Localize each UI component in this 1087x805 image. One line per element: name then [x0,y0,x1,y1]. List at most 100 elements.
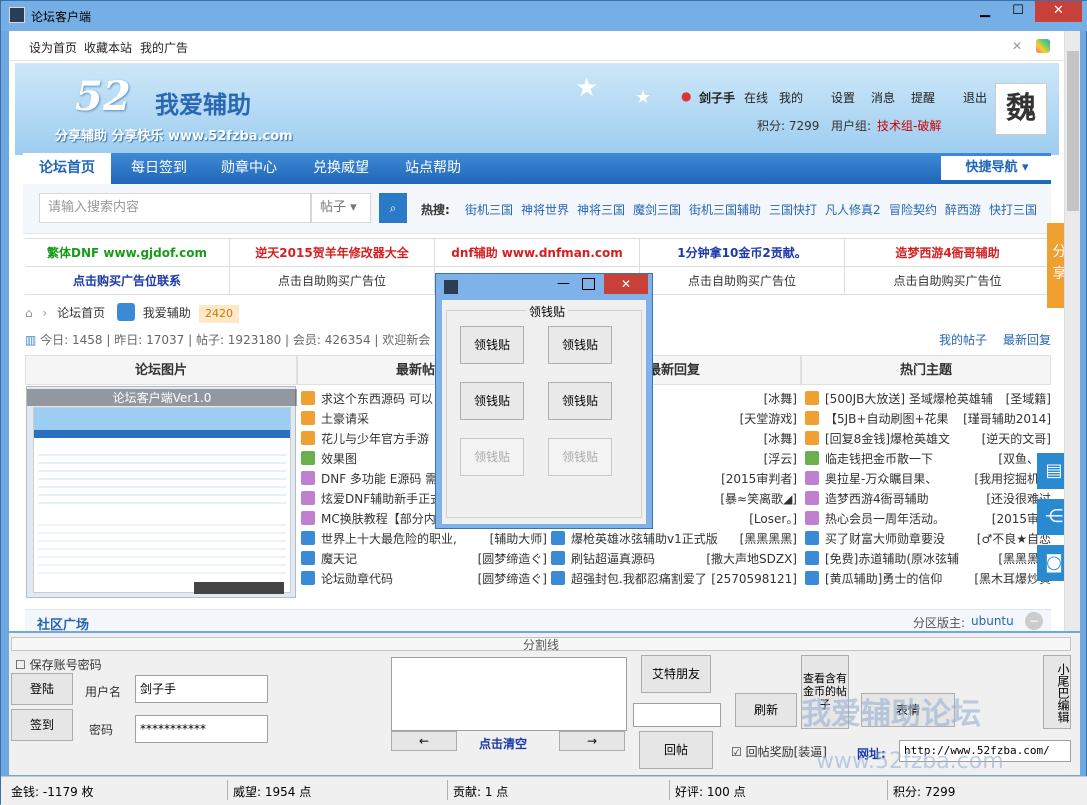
list-item-author[interactable]: [圆梦缔造ぐ] [475,549,547,569]
tab-exchange[interactable]: 兑换威望 [297,153,385,184]
dialog-close-button[interactable]: ✕ [604,274,648,294]
search-input[interactable]: 请输入搜索内容 [39,193,311,223]
tab-site-help[interactable]: 站点帮助 [389,153,477,184]
ad-cell[interactable]: 点击自助购买广告位 [230,267,435,295]
hot-link[interactable]: 街机三国 [465,201,513,218]
list-item[interactable]: [回复8金钱]爆枪英雄文 [逆天的文哥] [805,429,1051,449]
my-posts-link[interactable]: 我的帖子 [939,331,987,348]
messages-link[interactable]: 消息 [871,89,895,106]
list-item-title[interactable]: 刷钻超逼真源码 [571,552,655,566]
list-item-author[interactable]: [瑾哥辅助2014] [961,409,1051,429]
quick-nav-button[interactable]: 快捷导航 ▾ [941,156,1053,180]
collapse-icon[interactable]: − [1025,612,1043,630]
mine-menu[interactable]: 我的 [779,89,803,106]
list-item-title[interactable]: 买了财富大师勋章要没 [825,532,945,546]
friend-input[interactable] [633,703,721,727]
password-field[interactable]: *********** [135,715,268,743]
ad-cell[interactable]: 点击自助购买广告位 [845,267,1051,295]
crumb-forum[interactable]: 我爱辅助 [143,306,191,320]
list-item-title[interactable]: 花儿与少年官方手游 [321,432,429,446]
tab-medal-center[interactable]: 勋章中心 [205,153,293,184]
list-item-title[interactable]: 临走钱把金币散一下 [825,452,933,466]
lingqian-button-2[interactable]: 领钱贴 [548,326,612,364]
tab-daily-signin[interactable]: 每日签到 [115,153,203,184]
list-item-title[interactable]: 土豪请采 [321,412,369,426]
list-item[interactable]: 魔天记 [圆梦缔造ぐ] [301,549,547,569]
settings-link[interactable]: 设置 [831,89,855,106]
forum-image[interactable]: 论坛客户端Ver1.0 [26,386,297,598]
home-icon[interactable]: ⌂ [25,306,33,320]
mention-friend-button[interactable]: 艾特朋友 [641,655,711,693]
lingqian-button-3[interactable]: 领钱贴 [460,382,524,420]
list-item-title[interactable]: MC换肤教程【部分内 [321,512,436,526]
hot-link[interactable]: 神将三国 [577,201,625,218]
dialog-minimize-button[interactable]: — [557,276,573,291]
tail-edit-button[interactable]: 小尾巴编辑 [1043,655,1071,729]
list-item-author[interactable]: [天堂游戏] [737,409,797,429]
reply-button[interactable]: 回帖 [639,731,713,769]
search-button[interactable]: ⌕ [379,193,407,223]
hot-link[interactable]: 快打三国 [989,201,1037,218]
list-item-title[interactable]: 奥拉星-万众瞩目果、 [825,472,937,486]
hot-link[interactable]: 冒险契约 [889,201,937,218]
list-item[interactable]: 论坛勋章代码 [圆梦缔造ぐ] [301,569,547,589]
points-menu[interactable]: 积分: 7299 [757,117,819,134]
collapse-icon[interactable]: ✕ [1012,39,1026,53]
list-item-author[interactable]: [Loser。] [747,509,797,529]
list-item-author[interactable]: [2570598121] [709,569,797,589]
ad-cell[interactable]: dnf辅助 www.dnfman.com [435,239,640,267]
save-password-checkbox[interactable]: ☐ 保存账号密码 [15,656,102,673]
list-item-title[interactable]: [黄瓜辅助]勇士的信仰 [825,572,942,586]
remind-menu[interactable]: 提醒 [911,89,935,106]
list-item-title[interactable]: 【5JB+自动刷图+花果 [825,412,949,426]
list-item-title[interactable]: 炫爱DNF辅助新手正式 [321,492,442,506]
hot-link[interactable]: 魔剑三国 [633,201,681,218]
list-item-title[interactable]: 造梦西游4衙哥辅助 [825,492,929,506]
close-button[interactable]: ✕ [1035,1,1082,22]
ad-cell[interactable]: 1分钟拿10金币2贡献。 [640,239,845,267]
list-item[interactable]: 买了财富大师勋章要没 [♂不良★自恋 [805,529,1051,549]
hot-link[interactable]: 街机三国辅助 [689,201,761,218]
crumb-home[interactable]: 论坛首页 [57,306,105,320]
reply-textarea[interactable] [391,657,627,731]
list-item-author[interactable]: [圣域籍] [1003,389,1051,409]
list-item-title[interactable]: [回复8金钱]爆枪英雄文 [825,432,950,446]
list-item-title[interactable]: 效果图 [321,452,357,466]
list-item[interactable]: 临走钱把金币散一下 [双鱼、乔 [805,449,1051,469]
logo-text[interactable]: 我爱辅助 [155,85,251,120]
community-title[interactable]: 社区广场 [37,614,89,631]
minimize-button[interactable]: ▁ [971,1,999,22]
list-item[interactable]: 刷钻超逼真源码 [撒大声地SDZX] [551,549,797,569]
list-item-title[interactable]: [500JB大放送] 圣域爆枪英雄辅 [825,392,993,406]
list-item-author[interactable]: [浮云] [761,449,797,469]
list-item-author[interactable]: [暴≈笑离歌◢] [718,489,797,509]
ad-cell[interactable]: 逆天2015贺羊年修改器大全 [230,239,435,267]
set-home-link[interactable]: 设为首页 [29,39,77,56]
list-item-author[interactable]: [辅助大师] [487,529,547,549]
list-item-author[interactable]: [冰舞] [761,429,797,449]
list-item-title[interactable]: 求这个东西源码 可以 [321,392,433,406]
tab-forum-home[interactable]: 论坛首页 [23,153,111,184]
username-link[interactable]: 剑子手 [699,89,735,106]
clear-link[interactable]: 点击清空 [479,735,527,752]
next-button[interactable]: → [559,731,625,751]
list-item[interactable]: 热心会员一周年活动。 [2015审判 [805,509,1051,529]
list-item-title[interactable]: 世界上十大最危险的职业, [321,532,457,546]
list-item[interactable]: 造梦西游4衙哥辅助 [还没很难过 [805,489,1051,509]
avatar[interactable]: 魏 [995,83,1047,135]
list-item-author[interactable]: [逆天的文哥] [979,429,1051,449]
page-scrollbar[interactable] [1064,31,1080,631]
list-item-author[interactable]: [冰舞] [761,389,797,409]
list-item-title[interactable]: 爆枪英雄冰弦辅助v1正式版 [571,532,718,546]
list-item[interactable]: [免费]赤道辅助(原冰弦辅 [黑黑黑黑 [805,549,1051,569]
usergroup-value[interactable]: 技术组-破解 [877,117,941,134]
favorite-link[interactable]: 收藏本站 [84,39,132,56]
list-item[interactable]: 世界上十大最危险的职业, [辅助大师] [301,529,547,549]
list-item[interactable]: 奥拉星-万众瞩目果、 [我用挖掘机打 [805,469,1051,489]
logo-number[interactable]: 52 [75,73,131,120]
list-item-title[interactable]: DNF 多功能 E源码 需 [321,472,437,486]
prev-button[interactable]: ← [391,731,457,751]
list-item[interactable]: 【5JB+自动刷图+花果 [瑾哥辅助2014] [805,409,1051,429]
list-item-title[interactable]: 超强封包.我都忍痛割爱了 [571,572,707,586]
list-item[interactable]: [500JB大放送] 圣域爆枪英雄辅 [圣域籍] [805,389,1051,409]
